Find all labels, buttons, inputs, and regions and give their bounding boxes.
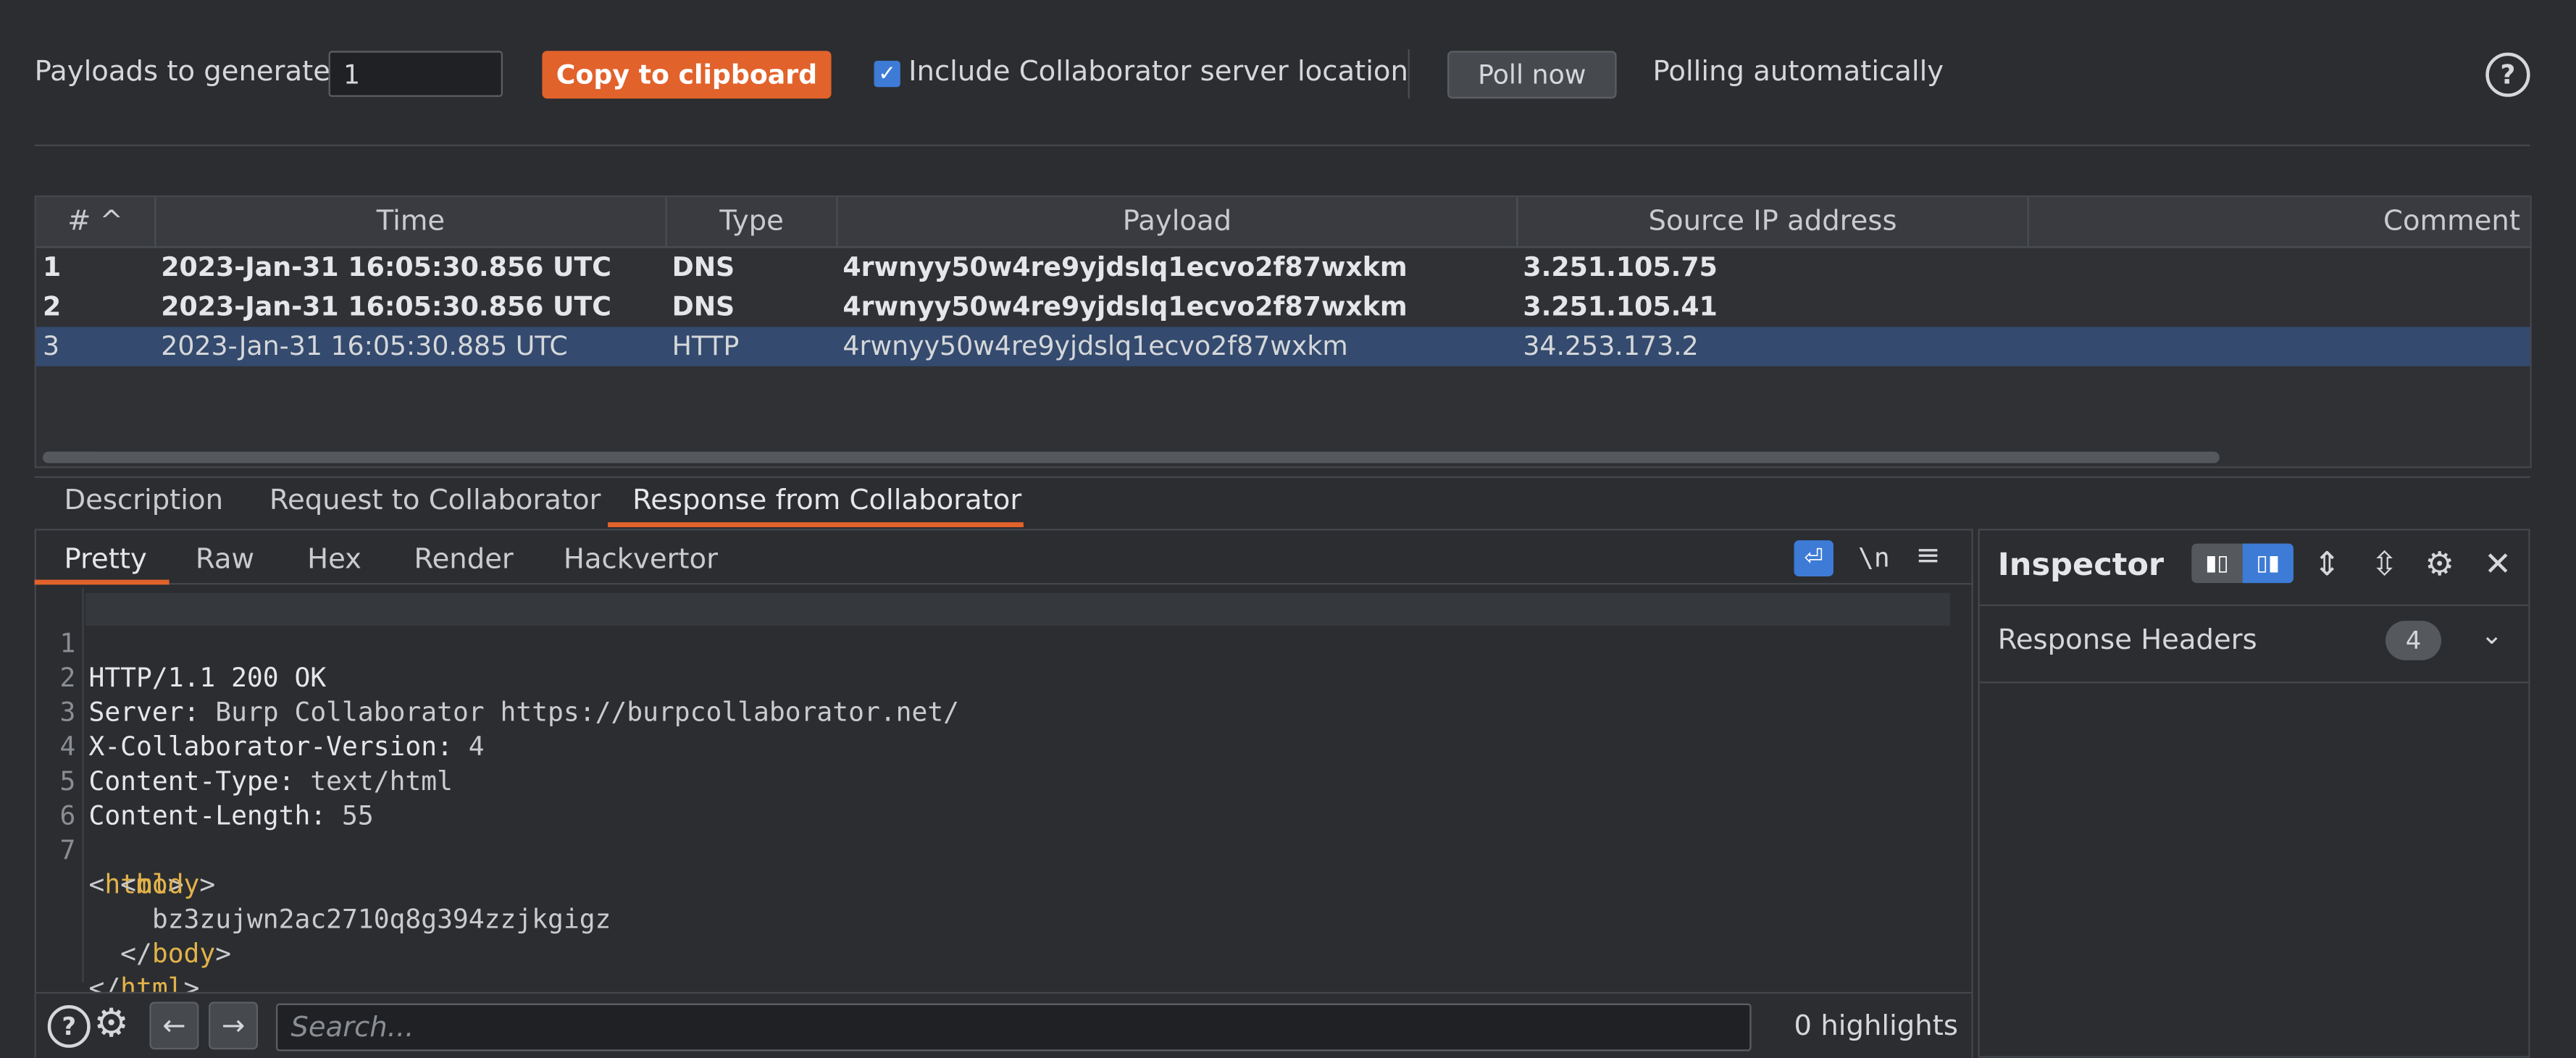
tab-description[interactable]: Description — [64, 484, 223, 517]
chevron-down-icon[interactable]: ⌄ — [2481, 619, 2503, 650]
column-header-comment[interactable]: Comment — [2029, 197, 2530, 248]
tab-hex[interactable]: Hex — [307, 544, 361, 576]
response-code-view[interactable]: 1 HTTP/1.1 200 OK 2 Server: Burp Collabo… — [36, 588, 1972, 1003]
row-source-ip: 3.251.105.75 — [1523, 251, 1718, 283]
tab-response-from-collaborator[interactable]: Response from Collaborator — [632, 484, 1021, 517]
help-icon[interactable]: ? — [47, 1004, 91, 1048]
row-time: 2023-Jan-31 16:05:30.856 UTC — [161, 251, 611, 283]
include-location-label[interactable]: Include Collaborator server location — [908, 56, 1408, 88]
row-payload: 4rwnyy50w4re9yjdslq1ecvo2f87wxkm — [842, 329, 1348, 361]
help-icon[interactable]: ? — [2485, 52, 2530, 97]
column-header-number[interactable]: # ^ — [36, 197, 156, 248]
copy-to-clipboard-button[interactable]: Copy to clipboard — [542, 51, 832, 99]
gutter-separator — [82, 587, 84, 983]
interactions-table: # ^ Time Type Payload Source IP address … — [34, 195, 2532, 469]
tab-pretty[interactable]: Pretty — [64, 544, 146, 576]
active-editor-tab-indicator — [34, 579, 170, 585]
table-header: # ^ Time Type Payload Source IP address … — [35, 197, 2530, 248]
close-icon[interactable]: ✕ — [2484, 544, 2512, 583]
row-type: DNS — [672, 251, 735, 283]
word-wrap-icon[interactable]: ⏎ — [1794, 540, 1833, 577]
collapse-all-icon[interactable]: ⇳ — [2371, 544, 2399, 583]
row-type: HTTP — [672, 329, 740, 361]
expand-all-icon[interactable]: ⇕ — [2313, 544, 2341, 583]
inspector-divider — [1978, 681, 2530, 684]
highlights-count: 0 highlights — [1794, 1009, 1958, 1044]
column-header-payload[interactable]: Payload — [838, 197, 1518, 248]
inspector-title: Inspector — [1997, 547, 2165, 584]
payloads-count-input[interactable] — [328, 51, 503, 97]
inspector-layout-toggle[interactable]: ▮▯ ▯▮ — [2191, 543, 2293, 584]
next-match-button[interactable]: → — [209, 1002, 259, 1050]
layout-right-icon[interactable]: ▯▮ — [2242, 543, 2293, 584]
poll-now-button[interactable]: Poll now — [1447, 51, 1617, 99]
polling-status: Polling automatically — [1652, 56, 1944, 89]
inspector-panel — [1978, 529, 2530, 1058]
payloads-to-generate-label: Payloads to generate: — [34, 56, 340, 89]
row-source-ip: 3.251.105.41 — [1523, 290, 1718, 322]
search-input[interactable] — [276, 1003, 1752, 1051]
active-tab-indicator — [608, 522, 1024, 527]
toolbar-separator — [34, 144, 2530, 146]
inspector-settings-gear-icon[interactable]: ⚙ — [2425, 544, 2454, 583]
tabs-top-border — [34, 476, 2530, 478]
tab-raw[interactable]: Raw — [196, 544, 254, 576]
inspector-divider — [1978, 604, 2530, 606]
row-source-ip: 34.253.173.2 — [1523, 329, 1699, 361]
column-header-source-ip[interactable]: Source IP address — [1518, 197, 2029, 248]
show-newlines-icon[interactable]: \n — [1858, 542, 1890, 573]
row-time: 2023-Jan-31 16:05:30.856 UTC — [161, 290, 611, 322]
tab-render[interactable]: Render — [414, 544, 514, 576]
table-row[interactable]: 2 2023-Jan-31 16:05:30.856 UTC DNS 4rwny… — [36, 287, 2530, 327]
row-number: 1 — [42, 251, 62, 283]
row-number: 2 — [42, 290, 62, 322]
horizontal-scrollbar[interactable] — [42, 451, 2524, 463]
row-number: 3 — [42, 329, 60, 361]
toolbar-divider — [1408, 49, 1410, 99]
response-headers-section[interactable]: Response Headers — [1998, 624, 2257, 657]
column-header-type[interactable]: Type — [667, 197, 838, 248]
tab-request-to-collaborator[interactable]: Request to Collaborator — [269, 484, 601, 517]
row-payload: 4rwnyy50w4re9yjdslq1ecvo2f87wxkm — [842, 251, 1408, 283]
arrow-right-icon: → — [221, 1009, 246, 1042]
row-payload: 4rwnyy50w4re9yjdslq1ecvo2f87wxkm — [842, 290, 1408, 322]
row-time: 2023-Jan-31 16:05:30.885 UTC — [161, 329, 568, 361]
checkmark-icon: ✓ — [878, 62, 897, 87]
editor-tabs-border — [34, 583, 1973, 585]
settings-gear-icon[interactable]: ⚙ — [93, 1000, 129, 1046]
table-row[interactable]: 1 2023-Jan-31 16:05:30.856 UTC DNS 4rwny… — [36, 248, 2530, 287]
previous-match-button[interactable]: ← — [149, 1002, 199, 1050]
column-header-time[interactable]: Time — [156, 197, 667, 248]
tab-hackvertor[interactable]: Hackvertor — [564, 544, 718, 576]
row-type: DNS — [672, 290, 735, 322]
layout-left-icon[interactable]: ▮▯ — [2191, 544, 2242, 583]
table-row-selected[interactable]: 3 2023-Jan-31 16:05:30.885 UTC HTTP 4rwn… — [35, 327, 2530, 366]
editor-menu-icon[interactable]: ≡ — [1915, 539, 1940, 574]
include-location-checkbox[interactable]: ✓ — [874, 60, 900, 88]
arrow-left-icon: ← — [162, 1009, 186, 1042]
scrollbar-thumb[interactable] — [42, 451, 2220, 463]
headers-count-badge: 4 — [2385, 621, 2442, 660]
